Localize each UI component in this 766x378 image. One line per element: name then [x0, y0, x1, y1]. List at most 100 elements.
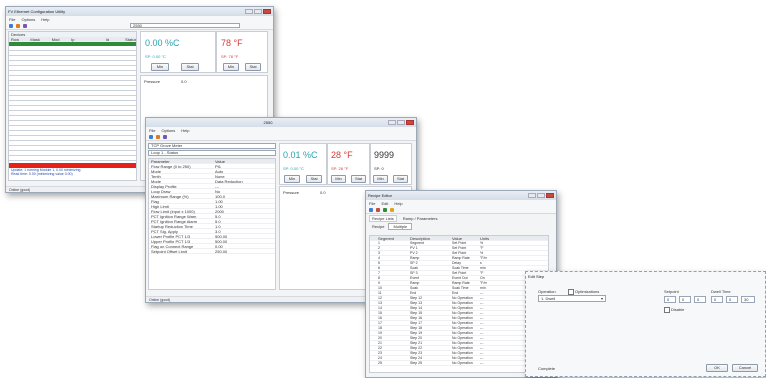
loop-select[interactable]: Loop 1 - Status: [148, 150, 276, 156]
refresh-icon[interactable]: [156, 134, 160, 139]
value-red: 28 °F: [331, 150, 353, 160]
stat-button[interactable]: Stat: [393, 175, 408, 183]
stat-button[interactable]: Stat: [306, 175, 322, 183]
pressure-value: 0.0: [320, 190, 326, 195]
setpoint-field-1[interactable]: 0: [664, 296, 676, 303]
menu-file[interactable]: File: [369, 201, 375, 206]
menu-help[interactable]: Help: [41, 17, 49, 22]
tab-ramp-parameters[interactable]: Ramp / Parameters: [401, 216, 440, 221]
table-row[interactable]: 25 Step 25 No Operation ---: [370, 361, 548, 366]
device-select[interactable]: TCP Grove Meter: [148, 143, 276, 149]
min-button[interactable]: Min: [373, 175, 388, 183]
segment-cell: 15: [378, 311, 382, 315]
settings-icon[interactable]: [163, 134, 167, 139]
down-icon[interactable]: [390, 207, 394, 212]
close-button[interactable]: [406, 120, 414, 125]
maximize-button[interactable]: [537, 193, 545, 198]
value-cell: No Operation: [452, 326, 473, 330]
value-cell: Set Point: [452, 241, 467, 245]
add-icon[interactable]: [369, 207, 373, 212]
description-cell: Step 20: [410, 336, 423, 340]
description-cell: Step 17: [410, 321, 423, 325]
description-cell: Step 24: [410, 356, 423, 360]
table-row[interactable]: [9, 156, 136, 161]
setpoint-field-2[interactable]: 0: [679, 296, 691, 303]
refresh-icon[interactable]: [16, 23, 20, 28]
property-name: Setpoint Offset Limit: [151, 248, 187, 254]
value-cell: Ramp Rate: [452, 256, 470, 260]
menu-options[interactable]: Options: [161, 128, 175, 133]
description-cell: Segment: [410, 241, 425, 245]
value-cell: Delay: [452, 261, 461, 265]
dwell-field-1[interactable]: 0: [711, 296, 723, 303]
setpoint-dark: SP: 0: [374, 166, 384, 171]
filter-select[interactable]: Multiple: [388, 222, 413, 230]
dwell-field-3[interactable]: 30: [741, 296, 755, 303]
min-button[interactable]: Min: [284, 175, 300, 183]
recipe-table: Segment Description Value Units 1 Segment…: [369, 235, 549, 373]
minimize-button[interactable]: [245, 9, 253, 14]
maximize-button[interactable]: [254, 9, 262, 14]
segment-cell: 16: [378, 316, 382, 320]
min-button[interactable]: Min: [223, 63, 239, 71]
gauge-panel-red: 78 °F SP: 78 °F Min Stat: [216, 31, 268, 73]
value-cell: End: [452, 291, 459, 295]
value-teal: 0.01 %C: [283, 150, 318, 160]
property-value[interactable]: 250.00: [215, 249, 227, 254]
menu-file[interactable]: File: [9, 17, 15, 22]
operation-select[interactable]: 1. Dwell: [538, 295, 606, 302]
description-cell: End: [410, 291, 417, 295]
min-button[interactable]: Min: [331, 175, 346, 183]
connect-icon[interactable]: [9, 23, 13, 28]
stat-button[interactable]: Stat: [181, 63, 199, 71]
col-units: Units: [480, 235, 490, 241]
menu-edit[interactable]: Edit: [381, 201, 388, 206]
minimize-button[interactable]: [528, 193, 536, 198]
value-red: 78 °F: [221, 38, 243, 48]
chevron-down-icon[interactable]: ▾: [601, 296, 603, 301]
pressure-value: 0.0: [181, 79, 187, 84]
menu-options[interactable]: Options: [21, 17, 35, 22]
setpoint-teal: SP: 0.00 °C: [145, 54, 166, 59]
pressure-label: Pressure: [144, 79, 161, 84]
stat-button[interactable]: Stat: [245, 63, 261, 71]
ok-button[interactable]: OK: [706, 364, 728, 372]
address-field[interactable]: 2550: [130, 23, 240, 28]
tab-recipe-lists[interactable]: Recipe Lists: [369, 214, 397, 222]
col-segment: Segment: [378, 235, 395, 241]
minimize-button[interactable]: [388, 120, 396, 125]
titlebar: FV Ethernet Configuration Utility: [6, 7, 273, 16]
up-icon[interactable]: [383, 207, 387, 212]
units-cell: ---: [480, 336, 484, 340]
delete-icon[interactable]: [376, 207, 380, 212]
setpoint-field-3[interactable]: 0: [694, 296, 706, 303]
dwell-field-2[interactable]: 0: [726, 296, 738, 303]
description-cell: Soak: [410, 266, 418, 270]
close-button[interactable]: [263, 9, 271, 14]
disable-checkbox[interactable]: [664, 307, 670, 313]
filter-row: Recipe Multiple: [366, 222, 556, 230]
units-cell: ---: [480, 356, 484, 360]
segment-cell: 8: [378, 276, 380, 280]
value-cell: No Operation: [452, 311, 473, 315]
maximize-button[interactable]: [397, 120, 405, 125]
close-button[interactable]: [546, 193, 554, 198]
units-cell: ---: [480, 341, 484, 345]
units-cell: %: [480, 251, 484, 255]
value-cell: No Operation: [452, 316, 473, 320]
col-description: Description: [410, 235, 431, 241]
property-value[interactable]: Data Reduction: [215, 179, 243, 184]
col-value: Value: [452, 235, 462, 241]
description-cell: PV 2: [410, 251, 418, 255]
segment-cell: 6: [378, 266, 380, 270]
stat-button[interactable]: Stat: [351, 175, 366, 183]
menu-help[interactable]: Help: [181, 128, 189, 133]
min-button[interactable]: Min: [151, 63, 169, 71]
connect-icon[interactable]: [149, 134, 153, 139]
settings-icon[interactable]: [23, 23, 27, 28]
cancel-button[interactable]: Cancel: [732, 364, 758, 372]
gauge-panel-red: 28 °F SP: 28 °F Min Stat: [327, 143, 370, 185]
property-row[interactable]: Setpoint Offset Limit 250.00: [149, 249, 275, 254]
menu-file[interactable]: File: [149, 128, 155, 133]
menu-help[interactable]: Help: [394, 201, 402, 206]
